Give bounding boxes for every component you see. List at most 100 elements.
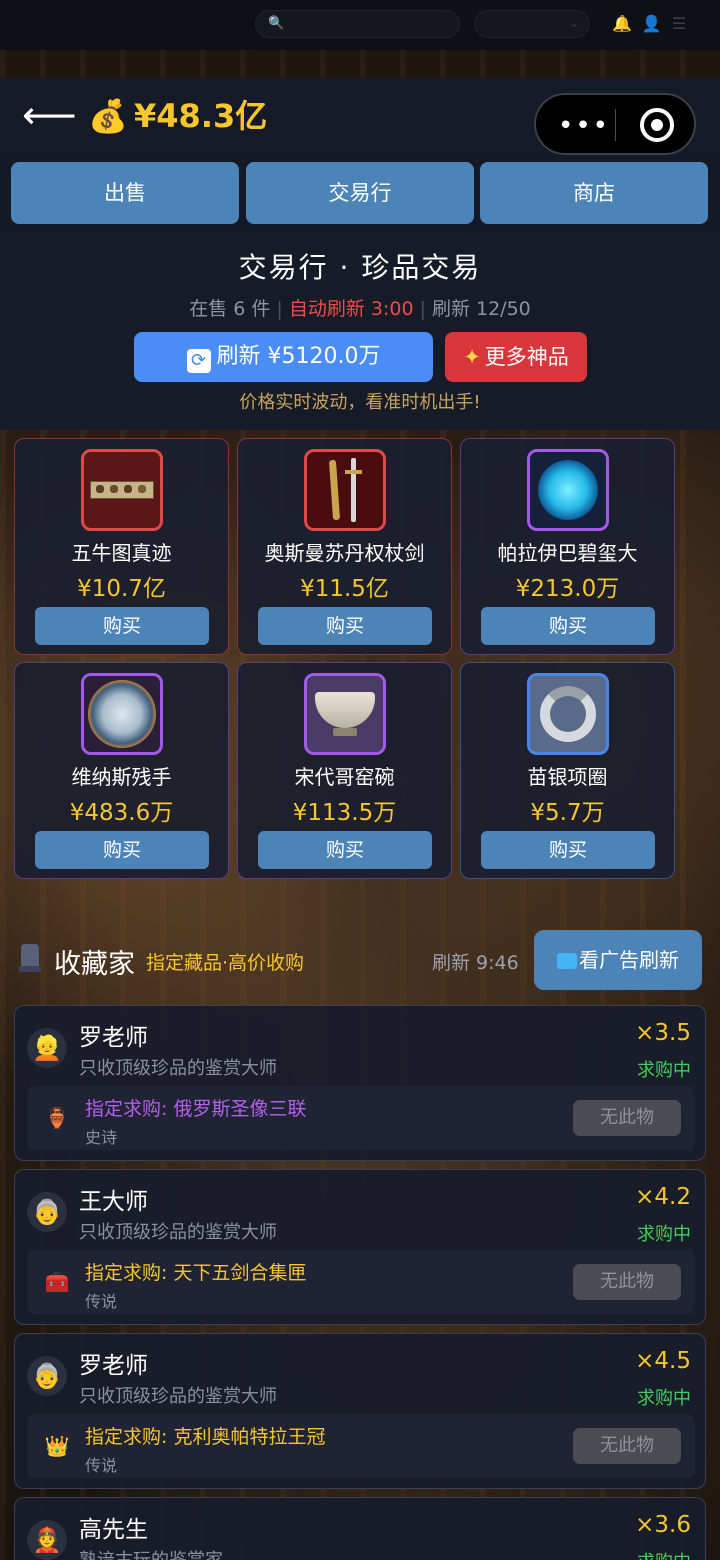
- top-search-input[interactable]: 🔍: [255, 10, 460, 38]
- collector-name: 罗老师: [79, 1025, 148, 1051]
- request-row: 👑 指定求购: 克利奥帕特拉王冠 传说 无此物: [27, 1414, 695, 1478]
- collectors-header: 收藏家 指定藏品·高价收购 刷新 9:46 看广告刷新: [0, 926, 720, 996]
- buy-button[interactable]: 购买: [258, 831, 432, 869]
- collectors-refresh-timer: 刷新 9:46: [432, 952, 519, 974]
- page-title: 交易行 · 珍品交易: [238, 251, 482, 284]
- price-multiplier: ×4.2: [635, 1184, 691, 1210]
- price-multiplier: ×3.5: [635, 1020, 691, 1046]
- sparkle-icon: ✦: [463, 345, 481, 369]
- browser-top-bar: 🔍 ⌄ 🔔👤☰: [0, 0, 720, 50]
- item-price: ¥213.0万: [515, 576, 620, 602]
- ad-button-label: 看广告刷新: [579, 948, 679, 972]
- sell-to-collector-button[interactable]: 无此物: [573, 1428, 681, 1464]
- collector-name: 罗老师: [79, 1353, 148, 1379]
- refresh-icon: ⟳: [186, 349, 211, 373]
- refresh-button-label: 刷新 ¥5120.0万: [216, 344, 381, 369]
- item-name: 奥斯曼苏丹权杖剑: [264, 541, 425, 565]
- item-name: 苗银项圈: [527, 765, 608, 789]
- item-price: ¥483.6万: [69, 800, 174, 826]
- tab-shop[interactable]: 商店: [480, 162, 708, 224]
- menu-icon[interactable]: ☰: [672, 14, 696, 33]
- bowl-icon: [304, 673, 386, 755]
- market-info: 交易行 · 珍品交易 在售 6 件 | 自动刷新 3:00 | 刷新 12/50 ⟳ 刷新…: [0, 230, 720, 430]
- item-card: 苗银项圈 ¥5.7万 购买: [460, 662, 675, 879]
- arrow-left-icon[interactable]: ⟵: [22, 96, 76, 134]
- request-status: 求购中: [637, 1388, 691, 1409]
- top-icons: 🔔👤☰: [612, 14, 696, 33]
- collector-desc: 熟谙古玩的鉴赏家: [79, 1546, 223, 1560]
- item-card: 帕拉伊巴碧玺大 ¥213.0万 购买: [460, 438, 675, 655]
- market-hint: 价格实时波动，看准时机出手!: [239, 392, 481, 413]
- collector-card: 👱 罗老师 只收顶级珍品的鉴赏大师 ×3.5 求购中 🏺 指定求购: 俄罗斯圣像…: [14, 1005, 706, 1161]
- tab-market[interactable]: 交易行: [246, 162, 474, 224]
- collector-desc: 只收顶级珍品的鉴赏大师: [79, 1386, 277, 1407]
- mini-program-capsule: •••: [534, 93, 696, 155]
- item-card: 五牛图真迹 ¥10.7亿 购买: [14, 438, 229, 655]
- item-name: 宋代哥窑碗: [294, 765, 395, 789]
- item-name: 维纳斯残手: [71, 765, 172, 789]
- watch-ad-refresh-button[interactable]: 看广告刷新: [534, 930, 702, 990]
- request-tier: 传说: [85, 1292, 118, 1311]
- sword-icon: [304, 449, 386, 531]
- request-status: 求购中: [637, 1060, 691, 1081]
- buy-button[interactable]: 购买: [481, 607, 655, 645]
- request-row: 🧰 指定求购: 天下五剑合集匣 传说 无此物: [27, 1250, 695, 1314]
- chevron-down-icon: ⌄: [568, 16, 579, 30]
- tab-bar: 出售 交易行 商店: [0, 156, 720, 230]
- icon-triptych-icon: 🏺: [44, 1106, 70, 1130]
- auto-refresh-timer: 自动刷新 3:00: [288, 298, 414, 320]
- collector-card: 👵 罗老师 只收顶级珍品的鉴赏大师 ×4.5 求购中 👑 指定求购: 克利奥帕特…: [14, 1333, 706, 1489]
- top-hat-icon: [18, 944, 42, 974]
- necklace-icon: [527, 673, 609, 755]
- request-status: 求购中: [637, 1548, 691, 1560]
- collector-desc: 只收顶级珍品的鉴赏大师: [79, 1222, 277, 1243]
- sell-to-collector-button[interactable]: 无此物: [573, 1264, 681, 1300]
- avatar: 👱: [27, 1028, 67, 1068]
- market-status: 在售 6 件 | 自动刷新 3:00 | 刷新 12/50: [189, 298, 531, 320]
- close-target-icon[interactable]: [640, 108, 674, 142]
- refresh-button[interactable]: ⟳ 刷新 ¥5120.0万: [134, 332, 433, 382]
- top-select[interactable]: ⌄: [474, 10, 590, 38]
- refresh-count: 刷新 12/50: [431, 298, 531, 320]
- capsule-divider: [615, 109, 616, 141]
- user-icon[interactable]: 👤: [642, 14, 672, 33]
- avatar: 👵: [27, 1356, 67, 1396]
- collector-card: 👲 高先生 熟谙古玩的鉴赏家 ×3.6 求购中: [14, 1497, 706, 1560]
- item-card: 宋代哥窑碗 ¥113.5万 购买: [237, 662, 452, 879]
- tv-icon: [557, 953, 577, 969]
- buy-button[interactable]: 购买: [35, 607, 209, 645]
- item-price: ¥10.7亿: [77, 576, 166, 602]
- buy-button[interactable]: 购买: [481, 831, 655, 869]
- buy-button[interactable]: 购买: [258, 607, 432, 645]
- more-dots-icon[interactable]: •••: [558, 111, 610, 141]
- request-tier: 史诗: [85, 1128, 118, 1147]
- request-title: 指定求购: 俄罗斯圣像三联: [85, 1098, 307, 1120]
- hand-icon: [81, 673, 163, 755]
- request-status: 求购中: [637, 1224, 691, 1245]
- collector-name: 王大师: [79, 1189, 148, 1215]
- item-name: 帕拉伊巴碧玺大: [497, 541, 638, 565]
- on-sale-count: 在售 6 件: [189, 298, 271, 320]
- collectors-title: 收藏家: [54, 949, 135, 980]
- collectors-subtitle: 指定藏品·高价收购: [146, 952, 305, 974]
- bell-icon[interactable]: 🔔: [612, 14, 642, 33]
- collector-desc: 只收顶级珍品的鉴赏大师: [79, 1058, 277, 1079]
- money-bag-icon: 💰: [88, 97, 128, 135]
- request-row: 🏺 指定求购: 俄罗斯圣像三联 史诗 无此物: [27, 1086, 695, 1150]
- gem-icon: [527, 449, 609, 531]
- item-price: ¥113.5万: [292, 800, 397, 826]
- item-price: ¥5.7万: [530, 800, 605, 826]
- price-multiplier: ×4.5: [635, 1348, 691, 1374]
- request-title: 指定求购: 天下五剑合集匣: [85, 1262, 307, 1284]
- buy-button[interactable]: 购买: [35, 831, 209, 869]
- price-multiplier: ×3.6: [635, 1512, 691, 1538]
- tab-sell[interactable]: 出售: [11, 162, 239, 224]
- search-icon: 🔍: [268, 16, 285, 31]
- item-price: ¥11.5亿: [300, 576, 389, 602]
- avatar: 👲: [27, 1520, 67, 1560]
- avatar: 👵: [27, 1192, 67, 1232]
- more-items-button[interactable]: ✦ 更多神品: [445, 332, 587, 382]
- request-tier: 传说: [85, 1456, 118, 1475]
- sell-to-collector-button[interactable]: 无此物: [573, 1100, 681, 1136]
- sword-box-icon: 🧰: [44, 1270, 70, 1294]
